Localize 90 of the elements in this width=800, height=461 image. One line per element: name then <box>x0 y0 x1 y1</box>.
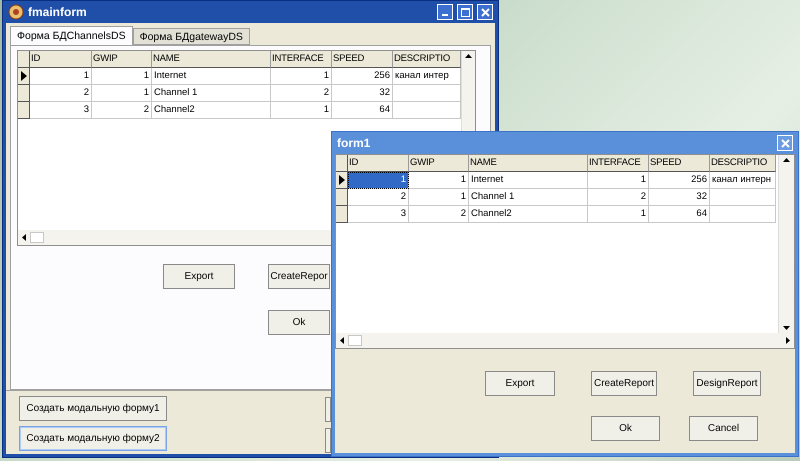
create-modal-form-button[interactable]: Создать модальную форму1 <box>19 396 167 421</box>
column-header[interactable]: NAME <box>152 51 271 68</box>
column-header[interactable]: SPEED <box>649 155 710 172</box>
table-cell: 3 <box>30 102 92 119</box>
window-title: form1 <box>337 136 372 150</box>
column-header[interactable]: DESCRIPTIO <box>710 155 776 172</box>
column-header[interactable]: GWIP <box>409 155 469 172</box>
table-cell: 64 <box>332 102 393 119</box>
create-report-button[interactable]: CreateRepor <box>268 264 330 289</box>
export-button[interactable]: Export <box>163 264 235 289</box>
create-modal-form-button[interactable]: Создать модальную форму2 <box>19 426 167 451</box>
table-cell: 32 <box>649 189 710 206</box>
scroll-right-icon[interactable] <box>786 337 790 344</box>
table-cell: 32 <box>332 85 393 102</box>
partial-button[interactable] <box>325 428 331 453</box>
column-header[interactable]: ID <box>348 155 409 172</box>
close-button[interactable] <box>777 135 793 151</box>
ok-button[interactable]: Ok <box>268 310 330 335</box>
table-cell: 1 <box>92 85 152 102</box>
row-indicator[interactable] <box>336 189 348 206</box>
table-cell: Internet <box>469 172 588 189</box>
data-grid[interactable]: ID GWIP NAME INTERFACE SPEED DESCRIPTIO 1 1 Internet 1 256 канал интерн 2 1 Channel 1 2 32 3 2 Channel2 1 64 <box>335 154 795 349</box>
report-button[interactable]: CreateReport <box>591 371 657 396</box>
scroll-left-icon[interactable] <box>340 337 344 344</box>
table-cell: 1 <box>271 102 332 119</box>
table-cell: 2 <box>409 206 469 223</box>
maximize-icon <box>460 8 470 16</box>
vertical-scrollbar[interactable] <box>778 155 794 333</box>
table-cell: 2 <box>588 189 649 206</box>
partial-button[interactable] <box>325 397 331 422</box>
column-header[interactable]: DESCRIPTIO <box>393 51 461 68</box>
minimize-button[interactable] <box>437 4 453 20</box>
table-cell: 64 <box>649 206 710 223</box>
row-indicator[interactable] <box>18 68 30 85</box>
table-cell: Channel2 <box>152 102 271 119</box>
table-cell: Channel2 <box>469 206 588 223</box>
table-cell <box>710 206 776 223</box>
row-indicator[interactable] <box>336 172 348 189</box>
dialog-button[interactable]: Cancel <box>689 416 758 441</box>
table-cell: 256 <box>649 172 710 189</box>
tab[interactable]: Форма БДgatewayDS <box>132 28 250 45</box>
report-button[interactable]: DesignReport <box>693 371 761 396</box>
table-cell: Channel 1 <box>469 189 588 206</box>
table-cell: 1 <box>588 206 649 223</box>
dialog-button[interactable]: Ok <box>591 416 660 441</box>
table-cell: 1 <box>409 172 469 189</box>
current-row-icon <box>338 175 344 185</box>
header-corner <box>336 155 348 172</box>
table-cell: 2 <box>348 189 409 206</box>
table-cell: 2 <box>271 85 332 102</box>
scroll-left-icon[interactable] <box>22 234 26 241</box>
column-header[interactable]: INTERFACE <box>271 51 332 68</box>
table-cell: канал интерн <box>710 172 776 189</box>
column-header[interactable]: SPEED <box>332 51 393 68</box>
scroll-up-icon[interactable] <box>465 54 472 58</box>
window-title: fmainform <box>28 5 88 19</box>
table-cell: 1 <box>348 172 409 189</box>
row-indicator[interactable] <box>336 206 348 223</box>
table-cell: 1 <box>409 189 469 206</box>
scroll-up-icon[interactable] <box>783 158 790 162</box>
table-cell: Channel 1 <box>152 85 271 102</box>
table-cell: 1 <box>92 68 152 85</box>
scroll-thumb[interactable] <box>30 232 44 243</box>
current-row-icon <box>20 71 26 81</box>
table-cell: Internet <box>152 68 271 85</box>
column-header[interactable]: GWIP <box>92 51 152 68</box>
table-cell: 1 <box>588 172 649 189</box>
close-icon <box>780 138 790 148</box>
close-button[interactable] <box>477 4 493 20</box>
row-indicator[interactable] <box>18 102 30 119</box>
column-header[interactable]: ID <box>30 51 92 68</box>
tab[interactable]: Форма БДChannelsDS <box>10 26 133 45</box>
table-cell: 1 <box>271 68 332 85</box>
table-cell <box>710 189 776 206</box>
table-cell: 2 <box>30 85 92 102</box>
close-icon <box>480 8 490 16</box>
scroll-down-icon[interactable] <box>783 326 790 330</box>
row-indicator[interactable] <box>18 85 30 102</box>
maximize-button[interactable] <box>457 4 473 20</box>
scroll-thumb[interactable] <box>348 335 362 346</box>
report-button[interactable]: Export <box>485 371 555 396</box>
table-cell: 256 <box>332 68 393 85</box>
column-header[interactable]: NAME <box>469 155 588 172</box>
table-cell: 3 <box>348 206 409 223</box>
table-cell: 1 <box>30 68 92 85</box>
header-corner <box>18 51 30 68</box>
table-cell: 2 <box>92 102 152 119</box>
column-header[interactable]: INTERFACE <box>588 155 649 172</box>
app-icon <box>8 4 24 20</box>
horizontal-scrollbar[interactable] <box>336 333 794 348</box>
